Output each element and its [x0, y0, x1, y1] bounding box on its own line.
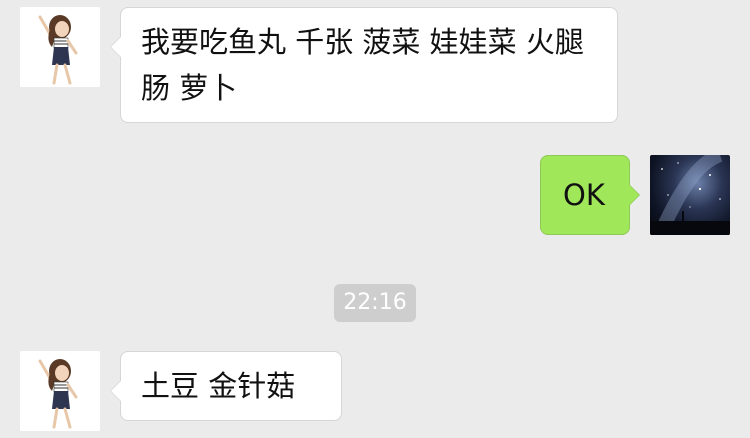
message-text: 我要吃鱼丸 千张 菠菜 娃娃菜 火腿肠 萝卜 [141, 25, 584, 105]
contact-avatar[interactable] [20, 351, 100, 431]
my-avatar[interactable] [650, 155, 730, 235]
contact-avatar[interactable] [20, 7, 100, 87]
message-timestamp: 22:16 [334, 284, 416, 322]
message-bubble-incoming[interactable]: 我要吃鱼丸 千张 菠菜 娃娃菜 火腿肠 萝卜 [110, 7, 618, 123]
starry-sky-avatar-icon [650, 155, 730, 235]
message-text: OK [563, 178, 605, 212]
girl-cartoon-avatar-icon [20, 7, 100, 87]
message-bubble-outgoing[interactable]: OK [540, 155, 640, 235]
girl-cartoon-avatar-icon [20, 351, 100, 431]
message-text: 土豆 金针菇 [141, 369, 296, 403]
message-bubble-incoming[interactable]: 土豆 金针菇 [110, 351, 342, 421]
